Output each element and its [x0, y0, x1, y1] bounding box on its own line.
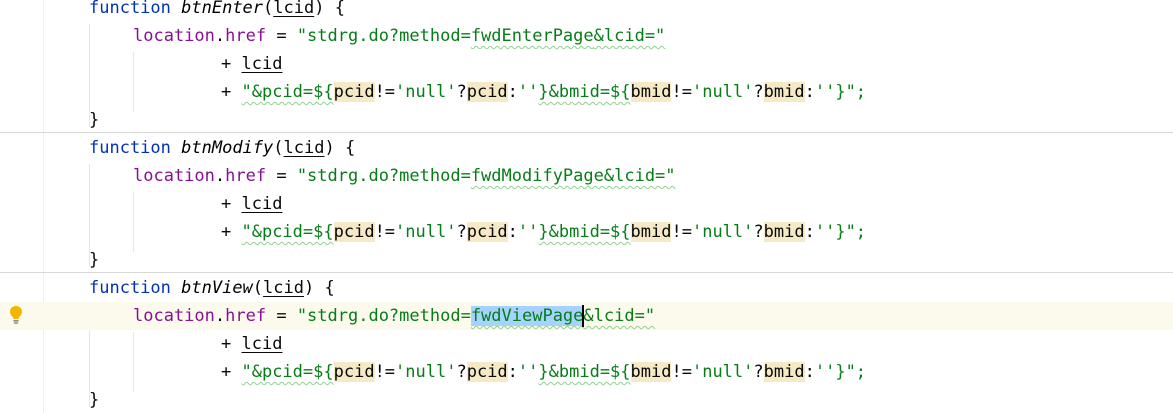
identifier-location: location — [133, 26, 215, 46]
variable-bmid: bmid — [763, 362, 805, 382]
closing-brace: } — [89, 390, 100, 410]
variable-lcid: lcid — [241, 194, 283, 214]
variable-lcid: lcid — [241, 334, 283, 354]
property-href: href — [225, 306, 267, 326]
string-literal: "stdrg.do?method=fwdModifyPage&lcid=" — [296, 166, 676, 186]
keyword-function: function — [89, 0, 171, 18]
variable-pcid: pcid — [333, 222, 375, 242]
property-href: href — [225, 166, 267, 186]
variable-pcid: pcid — [466, 82, 508, 102]
code-line[interactable]: } — [0, 106, 1173, 134]
identifier-location: location — [133, 306, 215, 326]
code-line[interactable]: location.href = "stdrg.do?method=fwdEnte… — [0, 22, 1173, 50]
closing-brace: } — [89, 250, 100, 270]
variable-bmid: bmid — [630, 82, 672, 102]
current-code-line[interactable]: location.href = "stdrg.do?method=fwdView… — [0, 302, 1173, 330]
function-name: btnEnter — [181, 0, 264, 18]
variable-bmid: bmid — [763, 222, 805, 242]
text-selection: fwdViewPage — [470, 306, 584, 326]
code-line[interactable]: + lcid — [0, 330, 1173, 358]
variable-pcid: pcid — [333, 362, 375, 382]
identifier-location: location — [133, 166, 215, 186]
variable-pcid: pcid — [466, 222, 508, 242]
code-line[interactable]: + "&pcid=${pcid!='null'?pcid:''}&bmid=${… — [0, 218, 1173, 246]
function-name: btnModify — [181, 138, 274, 158]
code-line[interactable]: + "&pcid=${pcid!='null'?pcid:''}&bmid=${… — [0, 78, 1173, 106]
string-literal: "stdrg.do?method=fwdEnterPage&lcid=" — [296, 26, 666, 46]
code-line[interactable]: + lcid — [0, 190, 1173, 218]
code-line[interactable]: function btnView(lcid) { — [0, 274, 1173, 302]
variable-bmid: bmid — [630, 222, 672, 242]
keyword-function: function — [89, 138, 171, 158]
parameter: lcid — [283, 138, 325, 158]
code-line[interactable]: function btnModify(lcid) { — [0, 134, 1173, 162]
function-name: btnView — [181, 278, 253, 298]
closing-brace: } — [89, 110, 100, 130]
variable-pcid: pcid — [333, 82, 375, 102]
parameter: lcid — [273, 0, 315, 18]
variable-pcid: pcid — [466, 362, 508, 382]
code-editor[interactable]: function btnEnter(lcid) { location.href … — [0, 0, 1173, 413]
code-line[interactable]: location.href = "stdrg.do?method=fwdModi… — [0, 162, 1173, 190]
code-line[interactable]: function btnEnter(lcid) { — [0, 0, 1173, 22]
code-line[interactable]: + lcid — [0, 50, 1173, 78]
property-href: href — [225, 26, 267, 46]
keyword-function: function — [89, 278, 171, 298]
variable-lcid: lcid — [241, 54, 283, 74]
code-line[interactable]: } — [0, 246, 1173, 274]
code-line[interactable]: + "&pcid=${pcid!='null'?pcid:''}&bmid=${… — [0, 358, 1173, 386]
variable-bmid: bmid — [630, 362, 672, 382]
lightbulb-icon[interactable] — [9, 305, 23, 325]
code-line[interactable]: } — [0, 386, 1173, 413]
parameter: lcid — [263, 278, 304, 298]
variable-bmid: bmid — [763, 82, 805, 102]
string-literal: "stdrg.do?method=fwdViewPage&lcid=" — [296, 305, 656, 327]
